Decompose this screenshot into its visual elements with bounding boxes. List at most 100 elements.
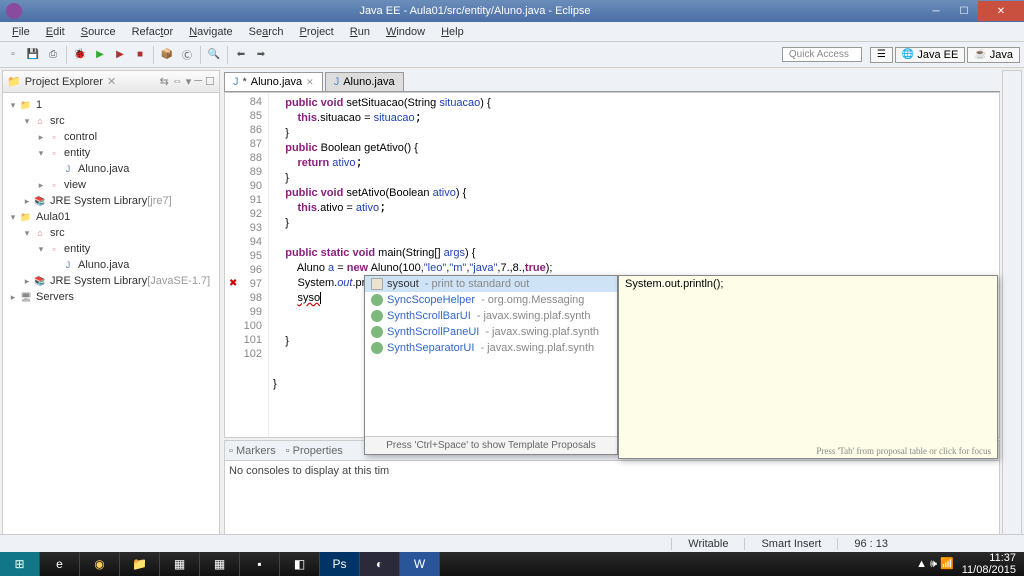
tree-jre2[interactable]: JRE System Library <box>50 275 147 287</box>
tray-time: 11:37 <box>989 552 1016 564</box>
tree-entity2[interactable]: entity <box>64 243 90 255</box>
open-perspective-button[interactable]: ☰ <box>870 47 893 63</box>
tray-date: 11/08/2015 <box>962 564 1016 576</box>
new-package-icon[interactable]: 📦 <box>158 46 176 64</box>
quick-access-input[interactable]: Quick Access <box>782 47 862 62</box>
java-file-icon: J <box>233 76 239 88</box>
window-title: Java EE - Aula01/src/entity/Aluno.java -… <box>28 5 922 17</box>
taskbar-ps-icon[interactable]: Ps <box>320 552 360 576</box>
menu-source[interactable]: Source <box>73 24 124 40</box>
taskbar-word-icon[interactable]: W <box>400 552 440 576</box>
perspective-java[interactable]: ☕ Java <box>967 47 1020 63</box>
run-icon[interactable]: ▶ <box>91 46 109 64</box>
taskbar-cmd-icon[interactable]: ▪ <box>240 552 280 576</box>
menu-project[interactable]: Project <box>292 24 342 40</box>
doc-content: System.out.println(); <box>625 278 991 446</box>
proposal-syncscope[interactable]: SyncScopeHelper - org.omg.Messaging <box>365 292 617 308</box>
minimized-view-stack[interactable] <box>1002 70 1022 550</box>
new-icon[interactable]: ▫ <box>4 46 22 64</box>
minimize-view-icon[interactable]: ─ <box>194 75 202 88</box>
menu-edit[interactable]: Edit <box>38 24 73 40</box>
maximize-button[interactable]: ☐ <box>950 1 978 21</box>
forward-icon[interactable]: ➡ <box>252 46 270 64</box>
taskbar-app-icon[interactable]: ▦ <box>200 552 240 576</box>
status-position: 96 : 13 <box>837 538 904 550</box>
save-all-icon[interactable]: ⎙ <box>44 46 62 64</box>
view-menu-icon[interactable]: ▾ <box>186 75 192 88</box>
maximize-view-icon[interactable]: ☐ <box>205 75 215 88</box>
run-last-icon[interactable]: ▶ <box>111 46 129 64</box>
menu-window[interactable]: Window <box>378 24 433 40</box>
tree-aluno2[interactable]: Aluno.java <box>78 259 129 271</box>
new-class-icon[interactable]: Ⓒ <box>178 46 196 64</box>
debug-icon[interactable]: 🐞 <box>71 46 89 64</box>
status-insert: Smart Insert <box>744 538 837 550</box>
view-tab-close-icon[interactable]: ✕ <box>107 75 116 88</box>
taskbar-app-icon[interactable]: ▦ <box>160 552 200 576</box>
tree-aluno[interactable]: Aluno.java <box>78 163 129 175</box>
menu-help[interactable]: Help <box>433 24 472 40</box>
menu-refactor[interactable]: Refactor <box>124 24 182 40</box>
menu-file[interactable]: File <box>4 24 38 40</box>
class-icon <box>371 310 383 322</box>
editor-tabs: J *Aluno.java ✕ J Aluno.java <box>224 70 1000 92</box>
taskbar-explorer-icon[interactable]: 📁 <box>120 552 160 576</box>
search-icon[interactable]: 🔍 <box>205 46 223 64</box>
template-icon <box>371 278 383 290</box>
folder-icon: 📁 <box>7 75 21 88</box>
proposal-synthscrollpane[interactable]: SynthScrollPaneUI - javax.swing.plaf.syn… <box>365 324 617 340</box>
status-writable: Writable <box>671 538 744 550</box>
menu-search[interactable]: Search <box>241 24 292 40</box>
tab-aluno-active[interactable]: J *Aluno.java ✕ <box>224 72 323 91</box>
tray-icons[interactable]: ▲ 🕪 📶 <box>916 557 954 571</box>
tree-src2[interactable]: src <box>50 227 65 239</box>
stop-icon[interactable]: ■ <box>131 46 149 64</box>
status-bar: Writable Smart Insert 96 : 13 <box>0 534 1024 552</box>
tree-servers[interactable]: Servers <box>36 291 74 303</box>
tree-jre1[interactable]: JRE System Library <box>50 195 147 207</box>
popup-hint: Press 'Ctrl+Space' to show Template Prop… <box>365 436 617 454</box>
start-button[interactable]: ⊞ <box>0 552 40 576</box>
taskbar-chrome-icon[interactable]: ◉ <box>80 552 120 576</box>
menu-navigate[interactable]: Navigate <box>181 24 240 40</box>
error-marker-icon[interactable] <box>227 277 243 291</box>
tree-src1[interactable]: src <box>50 115 65 127</box>
taskbar-eclipse-icon[interactable]: ◐ <box>360 552 400 576</box>
java-file-icon: J <box>334 76 340 88</box>
taskbar-ie-icon[interactable]: e <box>40 552 80 576</box>
tree-aula01[interactable]: Aula01 <box>36 211 70 223</box>
content-assist-popup[interactable]: sysout - print to standard out SyncScope… <box>364 275 618 455</box>
proposal-doc-popup[interactable]: System.out.println(); Press 'Tab' from p… <box>618 275 998 459</box>
proposal-synthscrollbar[interactable]: SynthScrollBarUI - javax.swing.plaf.synt… <box>365 308 617 324</box>
class-icon <box>371 294 383 306</box>
perspective-javaee[interactable]: 🌐 Java EE <box>895 47 965 63</box>
save-icon[interactable]: 💾 <box>24 46 42 64</box>
menu-bar: File Edit Source Refactor Navigate Searc… <box>0 22 1024 42</box>
proposal-sysout[interactable]: sysout - print to standard out <box>365 276 617 292</box>
markers-tab[interactable]: ▫ Markers <box>229 445 276 457</box>
tree-view[interactable]: view <box>64 179 86 191</box>
line-numbers: 8485868788899091929394959697989910010110… <box>225 93 269 437</box>
system-tray[interactable]: ▲ 🕪 📶 11:3711/08/2015 <box>908 552 1024 576</box>
collapse-all-icon[interactable]: ⇆ <box>160 75 169 88</box>
close-button[interactable]: ✕ <box>978 1 1024 21</box>
link-editor-icon[interactable]: ⇔ <box>172 75 183 88</box>
project-tree[interactable]: ▾📁1 ▾⌂src ▸▫control ▾▫entity JAluno.java… <box>3 93 219 309</box>
tab-aluno-inactive[interactable]: J Aluno.java <box>325 72 404 91</box>
class-icon <box>371 342 383 354</box>
tab-close-icon[interactable]: ✕ <box>306 77 314 88</box>
properties-tab[interactable]: ▫ Properties <box>286 445 343 457</box>
proposal-synthseparator[interactable]: SynthSeparatorUI - javax.swing.plaf.synt… <box>365 340 617 356</box>
back-icon[interactable]: ⬅ <box>232 46 250 64</box>
window-title-bar: Java EE - Aula01/src/entity/Aluno.java -… <box>0 0 1024 22</box>
tree-control[interactable]: control <box>64 131 97 143</box>
windows-taskbar: ⊞ e ◉ 📁 ▦ ▦ ▪ ◧ Ps ◐ W ▲ 🕪 📶 11:3711/08/… <box>0 552 1024 576</box>
tree-root[interactable]: 1 <box>36 99 42 111</box>
tree-entity[interactable]: entity <box>64 147 90 159</box>
menu-run[interactable]: Run <box>342 24 378 40</box>
minimize-button[interactable]: ─ <box>922 1 950 21</box>
project-explorer-title: Project Explorer <box>25 76 103 88</box>
taskbar-vbox-icon[interactable]: ◧ <box>280 552 320 576</box>
eclipse-icon <box>6 3 22 19</box>
class-icon <box>371 326 383 338</box>
